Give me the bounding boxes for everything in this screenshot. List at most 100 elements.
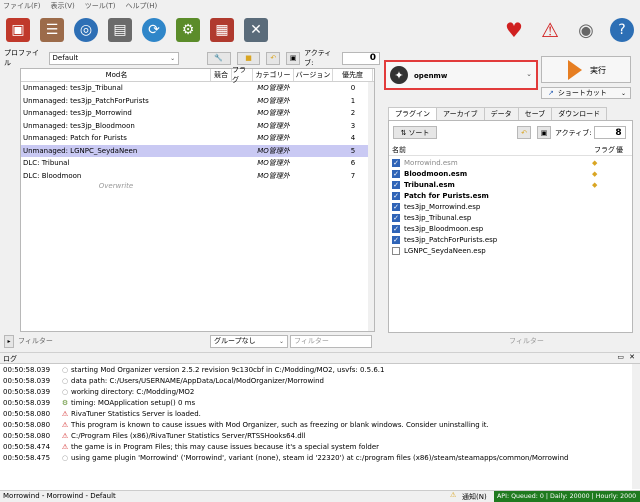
run-button[interactable]: 実行 — [541, 56, 631, 83]
plugin-checkbox[interactable] — [392, 246, 400, 255]
group-select[interactable]: グループなし ⌄ — [210, 334, 288, 348]
collapse-icon[interactable]: ▸ — [4, 334, 14, 348]
menu-file[interactable]: ファイル(F) — [3, 1, 41, 11]
menu-tools[interactable]: ツール(T) — [85, 1, 116, 11]
plugin-checkbox[interactable]: ✓ — [392, 235, 400, 244]
ini-editor-icon[interactable]: ▤ — [108, 18, 132, 42]
close-icon[interactable]: ✕ — [629, 353, 635, 361]
shortcut-button[interactable]: ↗ ショートカット ⌄ — [541, 87, 631, 99]
profile-select[interactable]: Default ⌄ — [48, 51, 180, 65]
plugin-row[interactable]: ✓ tes3jp_Bloodmoon.esp — [389, 223, 632, 234]
plugin-panel: ⇅ ソート ↶ ▣ アクティブ: 8 名前 フラグ 優 ✓ Morrowind.es… — [388, 120, 633, 345]
mod-name: Unmanaged: Patch for Purists — [23, 134, 127, 143]
plugin-checkbox[interactable]: ✓ — [392, 158, 400, 167]
log-time: 00:50:58.039 — [3, 398, 51, 407]
executable-select[interactable]: ✦ openmw ⌄ — [384, 60, 538, 90]
plugin-row[interactable]: ✓ tes3jp_PatchForPurists.esp — [389, 234, 632, 245]
plugin-undo-button[interactable]: ↶ — [517, 126, 531, 139]
update-icon[interactable]: ◉ — [574, 18, 598, 42]
install-mod-icon[interactable]: ▣ — [6, 18, 30, 42]
plugin-checkbox[interactable]: ✓ — [392, 169, 400, 178]
plugin-row[interactable]: ✓ Tribunal.esm ◆ — [389, 179, 632, 190]
log-message: C:/Program Files (x86)/RivaTuner Statist… — [71, 431, 306, 440]
restore-backup-button[interactable]: ↶ — [266, 51, 281, 65]
plugin-row[interactable]: ✓ Morrowind.esm ◆ — [389, 157, 632, 168]
mod-row[interactable]: Unmanaged: Patch for Purists MO管理外 4 — [21, 132, 374, 145]
plugin-checkbox[interactable]: ✓ — [392, 180, 400, 189]
tab-data[interactable]: データ — [483, 107, 519, 120]
tab-plugins[interactable]: プラグイン — [388, 107, 437, 120]
tab-saves[interactable]: セーブ — [517, 107, 553, 120]
mod-filter-input[interactable]: フィルター — [290, 334, 372, 348]
plugin-row[interactable]: LGNPC_SeydaNeen.esp — [389, 245, 632, 256]
tools-icon[interactable]: ▦ — [210, 18, 234, 42]
profile-label: プロファイル — [4, 49, 39, 67]
shortcut-label: ショートカット — [557, 89, 607, 97]
active-label: アクティブ: — [304, 49, 332, 67]
nexus-icon[interactable]: ◎ — [74, 18, 98, 42]
plugin-filter-input[interactable]: フィルター — [509, 336, 544, 346]
mod-row[interactable]: Unmanaged: LGNPC_SeydaNeen MO管理外 5 — [21, 144, 374, 157]
info-icon: ○ — [61, 453, 69, 462]
log-scrollbar[interactable] — [632, 364, 640, 489]
profiles-icon[interactable]: ☰ — [40, 18, 64, 42]
mod-category: MO管理外 — [257, 84, 290, 93]
menu-help[interactable]: ヘルプ(H) — [126, 1, 158, 11]
sort-button[interactable]: ⇅ ソート — [393, 126, 437, 139]
mod-actions-button[interactable]: 🔧 — [206, 51, 231, 65]
save-icon: ▣ — [289, 54, 297, 62]
plugin-row[interactable]: ✓ Patch for Purists.esm — [389, 190, 632, 201]
plugin-name: tes3jp_Tribunal.esp — [404, 213, 472, 222]
mod-name: Unmanaged: LGNPC_SeydaNeen — [23, 146, 138, 155]
mod-list-scrollbar[interactable] — [368, 82, 374, 331]
mod-row[interactable]: Unmanaged: tes3jp_Bloodmoon MO管理外 3 — [21, 120, 374, 133]
plugin-checkbox[interactable]: ✓ — [392, 191, 400, 200]
float-icon[interactable]: ▭ — [617, 353, 624, 361]
executables-icon[interactable]: ⚙ — [176, 18, 200, 42]
mod-row[interactable]: DLC: Tribunal MO管理外 6 — [21, 157, 374, 170]
open-folder-button[interactable]: ■ — [236, 51, 261, 65]
col-category[interactable]: カテゴリー — [253, 69, 294, 81]
backup-button[interactable]: ▣ — [286, 51, 301, 65]
overwrite-row[interactable]: Overwrite — [21, 182, 211, 194]
warning-icon[interactable]: ⚠ — [538, 18, 562, 42]
mod-row[interactable]: DLC: Bloodmoon MO管理外 7 — [21, 170, 374, 183]
profile-select-value: Default — [52, 54, 79, 62]
mod-row[interactable]: Unmanaged: tes3jp_Tribunal MO管理外 0 — [21, 82, 374, 95]
col-plugin-priority[interactable]: 優 — [616, 145, 623, 155]
mod-category: MO管理外 — [257, 171, 290, 180]
mod-row[interactable]: Unmanaged: tes3jp_PatchForPurists MO管理外 1 — [21, 95, 374, 108]
plugin-save-button[interactable]: ▣ — [537, 126, 551, 139]
debug-icon: ⚙ — [61, 398, 69, 407]
col-plugin-name[interactable]: 名前 — [389, 145, 594, 155]
col-conflicts[interactable]: 競合 — [211, 69, 232, 81]
col-mod-name[interactable]: Mod名 — [21, 69, 211, 81]
refresh-icon[interactable]: ⟳ — [142, 18, 166, 42]
plugin-checkbox[interactable]: ✓ — [392, 224, 400, 233]
plugin-row[interactable]: ✓ tes3jp_Morrowind.esp — [389, 201, 632, 212]
log-row: 00:50:58.039 ○ starting Mod Organizer vers… — [0, 364, 640, 375]
plugin-name: tes3jp_Morrowind.esp — [404, 202, 481, 211]
col-priority[interactable]: 優先度 — [333, 69, 373, 81]
mod-priority: 2 — [350, 109, 356, 118]
col-plugin-flag[interactable]: フラグ — [594, 145, 616, 155]
save-icon: ▣ — [540, 128, 548, 137]
tab-archives[interactable]: アーカイブ — [436, 107, 485, 120]
info-icon: ○ — [61, 365, 69, 374]
heart-icon[interactable]: ♥ — [502, 18, 526, 42]
col-version[interactable]: バージョン — [294, 69, 333, 81]
log-message: working directory: C:/Modding/MO2 — [71, 387, 195, 396]
settings-icon[interactable]: ✕ — [244, 18, 268, 42]
plugin-row[interactable]: ✓ Bloodmoon.esm ◆ — [389, 168, 632, 179]
mod-row[interactable]: Unmanaged: tes3jp_Morrowind MO管理外 2 — [21, 107, 374, 120]
plugin-checkbox[interactable]: ✓ — [392, 202, 400, 211]
mod-list: Mod名 競合 フラグ カテゴリー バージョン 優先度 Unmanaged: t… — [20, 66, 375, 332]
chevron-down-icon: ⌄ — [526, 70, 532, 78]
tab-downloads[interactable]: ダウンロード — [551, 107, 608, 120]
plugin-row[interactable]: ✓ tes3jp_Tribunal.esp — [389, 212, 632, 223]
menu-view[interactable]: 表示(V) — [51, 1, 75, 11]
log-time: 00:50:58.039 — [3, 365, 51, 374]
help-icon[interactable]: ? — [610, 18, 634, 42]
plugin-checkbox[interactable]: ✓ — [392, 213, 400, 222]
col-flags[interactable]: フラグ — [232, 66, 253, 84]
